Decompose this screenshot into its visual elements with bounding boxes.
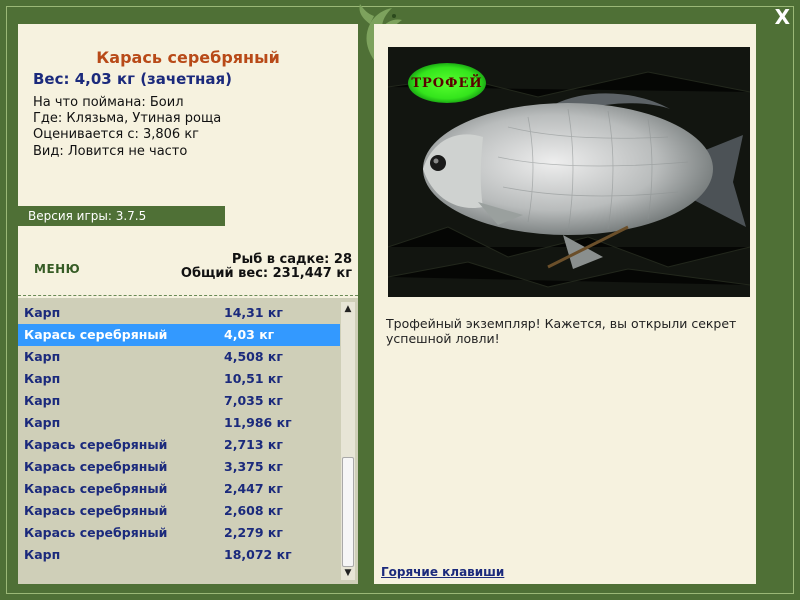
fish-weight-value: 10,51 кг: [224, 371, 283, 386]
catch-list: Карп 14,31 кг Карась серебряный 4,03 кг Карп…: [18, 298, 358, 584]
hotkeys-link[interactable]: Горячие клавиши: [381, 565, 504, 579]
scroll-up-icon[interactable]: ▲: [341, 302, 355, 316]
cage-total-weight: Общий вес: 231,447 кг: [180, 266, 352, 281]
location-info: Где: Клязьма, Утиная роща: [33, 111, 222, 126]
list-item[interactable]: Карп 14,31 кг: [18, 302, 340, 324]
details-panel: ТРОФЕЙ Трофейный экземпляр! Кажется, вы …: [374, 24, 756, 584]
close-button[interactable]: X: [775, 5, 790, 29]
list-item[interactable]: Карась серебряный 3,375 кг: [18, 456, 340, 478]
fish-weight-value: 2,447 кг: [224, 481, 283, 496]
fish-weight-value: 3,375 кг: [224, 459, 283, 474]
scrollbar[interactable]: ▲ ▼: [341, 302, 355, 580]
catch-list-rows: Карп 14,31 кг Карась серебряный 4,03 кг Карп…: [18, 302, 340, 566]
fish-name: Карась серебряный: [24, 327, 168, 342]
fish-name: Карась серебряный: [24, 481, 168, 496]
trophy-badge-label: ТРОФЕЙ: [411, 75, 483, 91]
fish-weight-value: 2,608 кг: [224, 503, 283, 518]
list-item[interactable]: Карась серебряный 2,608 кг: [18, 500, 340, 522]
fish-name: Карп: [24, 305, 61, 320]
list-item[interactable]: Карась серебряный 4,03 кг: [18, 324, 340, 346]
fish-name: Карась серебряный: [24, 503, 168, 518]
bait-info: На что поймана: Боил: [33, 95, 184, 110]
cage-count: Рыб в садке: 28: [231, 252, 352, 267]
list-item[interactable]: Карась серебряный 2,279 кг: [18, 522, 340, 544]
fish-info-panel: Карась серебряный Вес: 4,03 кг (зачетная…: [18, 24, 358, 584]
fish-weight-value: 11,986 кг: [224, 415, 292, 430]
scroll-down-icon[interactable]: ▼: [341, 566, 355, 580]
fish-weight-value: 7,035 кг: [224, 393, 283, 408]
list-item[interactable]: Карась серебряный 2,713 кг: [18, 434, 340, 456]
window-frame: X Карась серебряный Вес: 4,03 кг (зачетн…: [0, 0, 800, 600]
list-item[interactable]: Карп 4,508 кг: [18, 346, 340, 368]
fish-weight: Вес: 4,03 кг (зачетная): [33, 70, 233, 88]
kind-info: Вид: Ловится не часто: [33, 144, 188, 159]
fish-weight-value: 2,279 кг: [224, 525, 283, 540]
list-item[interactable]: Карп 11,986 кг: [18, 412, 340, 434]
fish-weight-value: 4,508 кг: [224, 349, 283, 364]
fish-weight-value: 2,713 кг: [224, 437, 283, 452]
list-item[interactable]: Карп 7,035 кг: [18, 390, 340, 412]
fish-name: Карп: [24, 393, 61, 408]
list-item[interactable]: Карп 18,072 кг: [18, 544, 340, 566]
fish-photo: ТРОФЕЙ: [388, 47, 750, 297]
fish-name: Карась серебряный: [24, 525, 168, 540]
fish-name: Карась серебряный: [24, 437, 168, 452]
fish-weight-value: 14,31 кг: [224, 305, 283, 320]
fish-name: Карась серебряный: [24, 459, 168, 474]
trophy-badge: ТРОФЕЙ: [408, 63, 486, 103]
fish-name: Карп: [24, 371, 61, 386]
game-version: Версия игры: 3.7.5: [18, 206, 225, 226]
trophy-description: Трофейный экземпляр! Кажется, вы открыли…: [386, 316, 737, 346]
fish-weight-value: 4,03 кг: [224, 327, 275, 342]
fish-weight-value: 18,072 кг: [224, 547, 292, 562]
divider: [18, 295, 358, 296]
fish-title: Карась серебряный: [96, 48, 280, 67]
menu-button[interactable]: МЕНЮ: [34, 262, 80, 276]
list-item[interactable]: Карась серебряный 2,447 кг: [18, 478, 340, 500]
fish-name: Карп: [24, 547, 61, 562]
scroll-thumb[interactable]: [342, 457, 354, 567]
fish-name: Карп: [24, 415, 61, 430]
valued-info: Оценивается с: 3,806 кг: [33, 127, 200, 142]
list-item[interactable]: Карп 10,51 кг: [18, 368, 340, 390]
fish-name: Карп: [24, 349, 61, 364]
